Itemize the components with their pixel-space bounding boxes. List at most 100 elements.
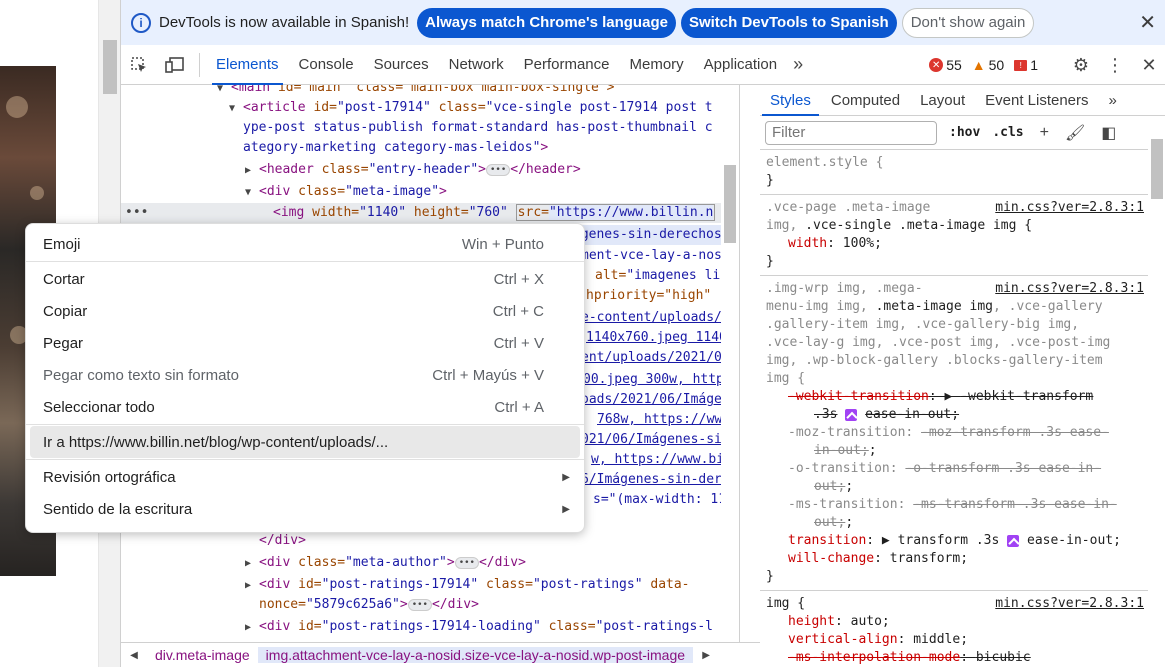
attr-value[interactable]: oads/2021/06/Imáge	[581, 392, 722, 407]
property-value[interactable]: -ms-transform .3s ease-in-	[913, 497, 1117, 512]
css-property-overridden[interactable]: -webkit-transition: ▶ -webkit-transform	[766, 388, 1142, 406]
dom-node-article[interactable]: ▼ <article id="post-17914" class="vce-sin…	[229, 98, 713, 118]
property-value[interactable]: out;	[814, 479, 845, 494]
menu-item-paste-plain[interactable]: Pegar como texto sin formato Ctrl + Mayús…	[26, 359, 584, 391]
kebab-menu-icon[interactable]: ⋮	[1098, 55, 1132, 76]
property-name[interactable]: -ms-interpolation-mode	[788, 650, 960, 665]
property-value[interactable]: transform;	[890, 551, 968, 566]
node-menu-icon[interactable]: •••	[121, 203, 273, 223]
style-rule-meta-image[interactable]: min.css?ver=2.8.3:1 .vce-page .meta-imag…	[760, 195, 1148, 276]
rule-source-link[interactable]: min.css?ver=2.8.3:1	[995, 595, 1144, 613]
dom-node-img-selected[interactable]: ••• <img width="1140" height="760" src="h…	[121, 203, 739, 223]
property-value[interactable]: 100%;	[843, 236, 882, 251]
property-name[interactable]: vertical-align	[788, 632, 898, 647]
class-toggle-button[interactable]: .cls	[992, 125, 1023, 140]
css-property-inactive[interactable]: -o-transition: -o-transform .3s ease-in-	[766, 460, 1142, 478]
dom-node-main[interactable]: ▼ <main id="main" class="main-box main-bo…	[217, 85, 615, 98]
styles-scrollbar[interactable]	[1148, 139, 1165, 667]
tab-memory[interactable]: Memory	[620, 45, 694, 85]
rule-source-link[interactable]: min.css?ver=2.8.3:1	[995, 199, 1144, 217]
paint-roller-icon[interactable]: 🖌	[1065, 123, 1085, 143]
css-property[interactable]: transition: ▶ transform .3s ease-in-out;	[766, 532, 1142, 550]
property-value[interactable]: -o-transform .3s ease-in-	[905, 461, 1101, 476]
property-name[interactable]: -o-transition	[788, 461, 890, 476]
attr-value[interactable]: 6/Imágenes-sin-der	[581, 472, 722, 487]
dont-show-again-button[interactable]: Don't show again	[901, 7, 1035, 38]
property-name[interactable]: -moz-transition	[788, 425, 905, 440]
issue-counters[interactable]: ✕ 55 ▲ 50 ! 1	[929, 45, 1038, 85]
attr-value[interactable]: 1140x760.jpeg 1140	[586, 330, 727, 345]
elements-scrollbar[interactable]	[721, 85, 739, 642]
collapsed-ellipsis-icon[interactable]: •••	[486, 163, 511, 176]
issues-counter[interactable]: ! 1	[1014, 57, 1038, 73]
dom-node-header[interactable]: ▶ <header class="entry-header"> ••• </heade…	[245, 160, 581, 180]
breadcrumb-meta-image[interactable]: div.meta-image	[147, 647, 258, 663]
styles-scrollbar-thumb[interactable]	[1151, 139, 1163, 199]
menu-item-emoji[interactable]: Emoji Win + Punto	[26, 228, 584, 260]
css-property[interactable]: height: auto;	[766, 613, 1142, 631]
page-scrollbar-thumb[interactable]	[103, 40, 117, 94]
style-rule-element[interactable]: element.style { }	[760, 150, 1148, 195]
attr-value[interactable]: w, https://www.bil	[591, 452, 732, 467]
rule-source-link[interactable]: min.css?ver=2.8.3:1	[995, 280, 1144, 298]
tab-performance[interactable]: Performance	[514, 45, 620, 85]
property-value[interactable]: auto;	[851, 614, 890, 629]
property-value[interactable]: out;	[814, 515, 845, 530]
collapsed-ellipsis-icon[interactable]: •••	[407, 598, 432, 611]
property-value[interactable]: bicubic	[976, 650, 1031, 665]
css-property[interactable]: will-change: transform;	[766, 550, 1142, 568]
toggle-sidebar-icon[interactable]: ◧	[1101, 123, 1116, 143]
breadcrumb-img[interactable]: img.attachment-vce-lay-a-nosid.size-vce-…	[257, 647, 694, 663]
css-property[interactable]: vertical-align: middle;	[766, 631, 1142, 649]
tab-event-listeners[interactable]: Event Listeners	[975, 85, 1098, 116]
tab-computed[interactable]: Computed	[821, 85, 910, 116]
menu-item-cut[interactable]: Cortar Ctrl + X	[26, 263, 584, 295]
always-match-language-button[interactable]: Always match Chrome's language	[417, 7, 676, 38]
more-side-tabs-icon[interactable]: »	[1099, 85, 1127, 116]
device-toolbar-icon[interactable]	[157, 45, 193, 85]
more-tabs-icon[interactable]: »	[787, 54, 809, 75]
property-value[interactable]: transform .3s	[898, 533, 1000, 548]
breadcrumb-right-arrow-icon[interactable]: ▶	[693, 650, 719, 661]
property-value[interactable]: ease-in-out;	[1027, 533, 1121, 548]
menu-item-writing-direction[interactable]: Sentido de la escritura ▶	[26, 493, 584, 525]
property-name[interactable]: height	[788, 614, 835, 629]
tab-layout[interactable]: Layout	[910, 85, 975, 116]
css-property-overridden[interactable]: -ms-interpolation-mode: bicubic	[766, 649, 1142, 667]
property-name[interactable]: transition	[788, 533, 866, 548]
menu-item-go-to-url[interactable]: Ir a https://www.billin.net/blog/wp-cont…	[30, 426, 580, 458]
menu-item-spellcheck[interactable]: Revisión ortográfica ▶	[26, 461, 584, 493]
close-devtools-icon[interactable]: ✕	[1132, 55, 1165, 76]
tab-sources[interactable]: Sources	[364, 45, 439, 85]
property-value[interactable]: -moz-transform .3s ease-	[921, 425, 1109, 440]
dom-node-ratings-loading[interactable]: ▶ <div id="post-ratings-17914-loading" cl…	[245, 617, 713, 637]
css-property-inactive[interactable]: -ms-transition: -ms-transform .3s ease-i…	[766, 496, 1142, 514]
switch-to-spanish-button[interactable]: Switch DevTools to Spanish	[680, 7, 897, 38]
menu-item-select-all[interactable]: Seleccionar todo Ctrl + A	[26, 391, 584, 423]
css-property[interactable]: width: 100%;	[766, 235, 1142, 253]
collapsed-ellipsis-icon[interactable]: •••	[454, 556, 479, 569]
new-style-rule-icon[interactable]: +	[1040, 124, 1049, 142]
tab-styles[interactable]: Styles	[760, 85, 821, 116]
attr-value[interactable]: 00.jpeg 300w, http	[583, 372, 724, 387]
style-rule-img[interactable]: min.css?ver=2.8.3:1 img { height: auto; …	[760, 591, 1148, 667]
tab-elements[interactable]: Elements	[206, 45, 289, 85]
elements-scrollbar-thumb[interactable]	[724, 165, 736, 243]
property-value[interactable]: ease-in-out;	[865, 407, 959, 422]
hover-state-button[interactable]: :hov	[949, 125, 980, 140]
tab-network[interactable]: Network	[439, 45, 514, 85]
dom-node-meta-image[interactable]: ▼ <div class="meta-image">	[245, 182, 447, 202]
dom-node-post-ratings[interactable]: ▶ <div id="post-ratings-17914" class="pos…	[245, 575, 690, 595]
property-value[interactable]: middle;	[913, 632, 968, 647]
attr-value[interactable]: ent/uploads/2021/0	[581, 350, 722, 365]
property-name[interactable]: will-change	[788, 551, 874, 566]
property-value[interactable]: in-out;	[814, 443, 869, 458]
dom-node-close-div[interactable]: </div>	[259, 531, 306, 551]
style-rule-img-wrp[interactable]: min.css?ver=2.8.3:1 .img-wrp img, .mega-…	[760, 276, 1148, 591]
inspect-element-icon[interactable]	[121, 45, 157, 85]
tab-console[interactable]: Console	[289, 45, 364, 85]
css-property-inactive[interactable]: -moz-transition: -moz-transform .3s ease…	[766, 424, 1142, 442]
close-infobar-icon[interactable]: ✕	[1139, 10, 1156, 35]
attr-value[interactable]: 021/06/Imágenes-si	[581, 432, 722, 447]
dom-node-meta-author[interactable]: ▶ <div class="meta-author"> ••• </div>	[245, 553, 526, 573]
